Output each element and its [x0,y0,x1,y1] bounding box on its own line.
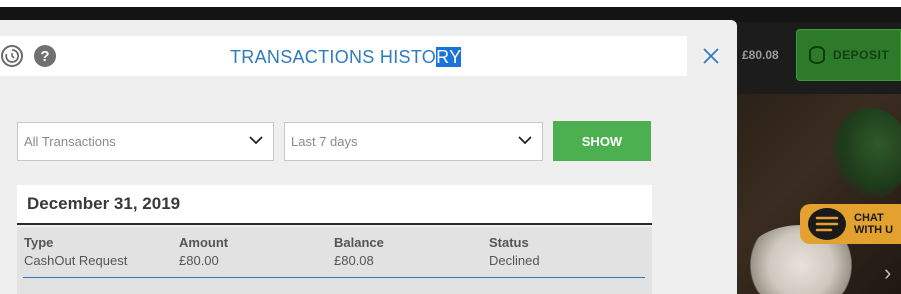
status-column: Status Declined [489,235,540,268]
modal-header: ? TRANSACTIONS HISTORY [0,36,687,76]
amount-column: Amount £80.00 [179,235,228,268]
chat-widget[interactable]: CHAT WITH U [800,204,901,244]
transaction-group-date: December 31, 2019 [17,185,652,225]
transaction-balance: £80.08 [334,253,374,268]
chevron-right-icon[interactable]: › [884,260,891,286]
table-row[interactable]: Type CashOut Request Amount £80.00 Balan… [17,227,652,294]
chat-label-line2: WITH U [854,224,894,236]
help-icon[interactable]: ? [34,45,56,67]
modal-title-selected: RY [436,47,462,67]
chevron-down-icon [249,136,263,145]
column-header-status: Status [489,235,529,250]
column-header-amount: Amount [179,235,229,250]
chevron-down-icon [518,136,532,145]
show-button[interactable]: SHOW [553,121,651,161]
chat-bubble-icon [808,208,846,240]
deposit-label: DEPOSIT [833,48,890,62]
column-header-type: Type [24,235,54,250]
transaction-type-select[interactable]: All Transactions [17,122,274,161]
modal-title-main: TRANSACTIONS HISTO [230,47,437,67]
top-bar [0,0,901,7]
transaction-type: CashOut Request [24,253,128,268]
column-header-balance: Balance [334,235,384,250]
coins-icon [809,46,825,64]
chat-label: CHAT WITH U [854,212,893,236]
modal-title: TRANSACTIONS HISTORY [230,47,462,68]
balance-column: Balance £80.08 [334,235,384,268]
row-divider [23,277,645,278]
type-column: Type CashOut Request [24,235,127,268]
transaction-status: Declined [489,253,540,268]
close-icon[interactable] [702,46,720,64]
transaction-type-value: All Transactions [24,134,116,149]
transactions-modal: ? TRANSACTIONS HISTORY All Transactions … [0,20,737,294]
transaction-amount: £80.00 [179,253,219,268]
chat-label-line1: CHAT [854,212,884,224]
account-balance: £80.08 [742,48,779,62]
plant-leaf-image [830,108,901,200]
deposit-button[interactable]: DEPOSIT [796,29,901,81]
history-icon[interactable] [1,45,23,67]
period-value: Last 7 days [291,134,358,149]
period-select[interactable]: Last 7 days [284,122,543,161]
